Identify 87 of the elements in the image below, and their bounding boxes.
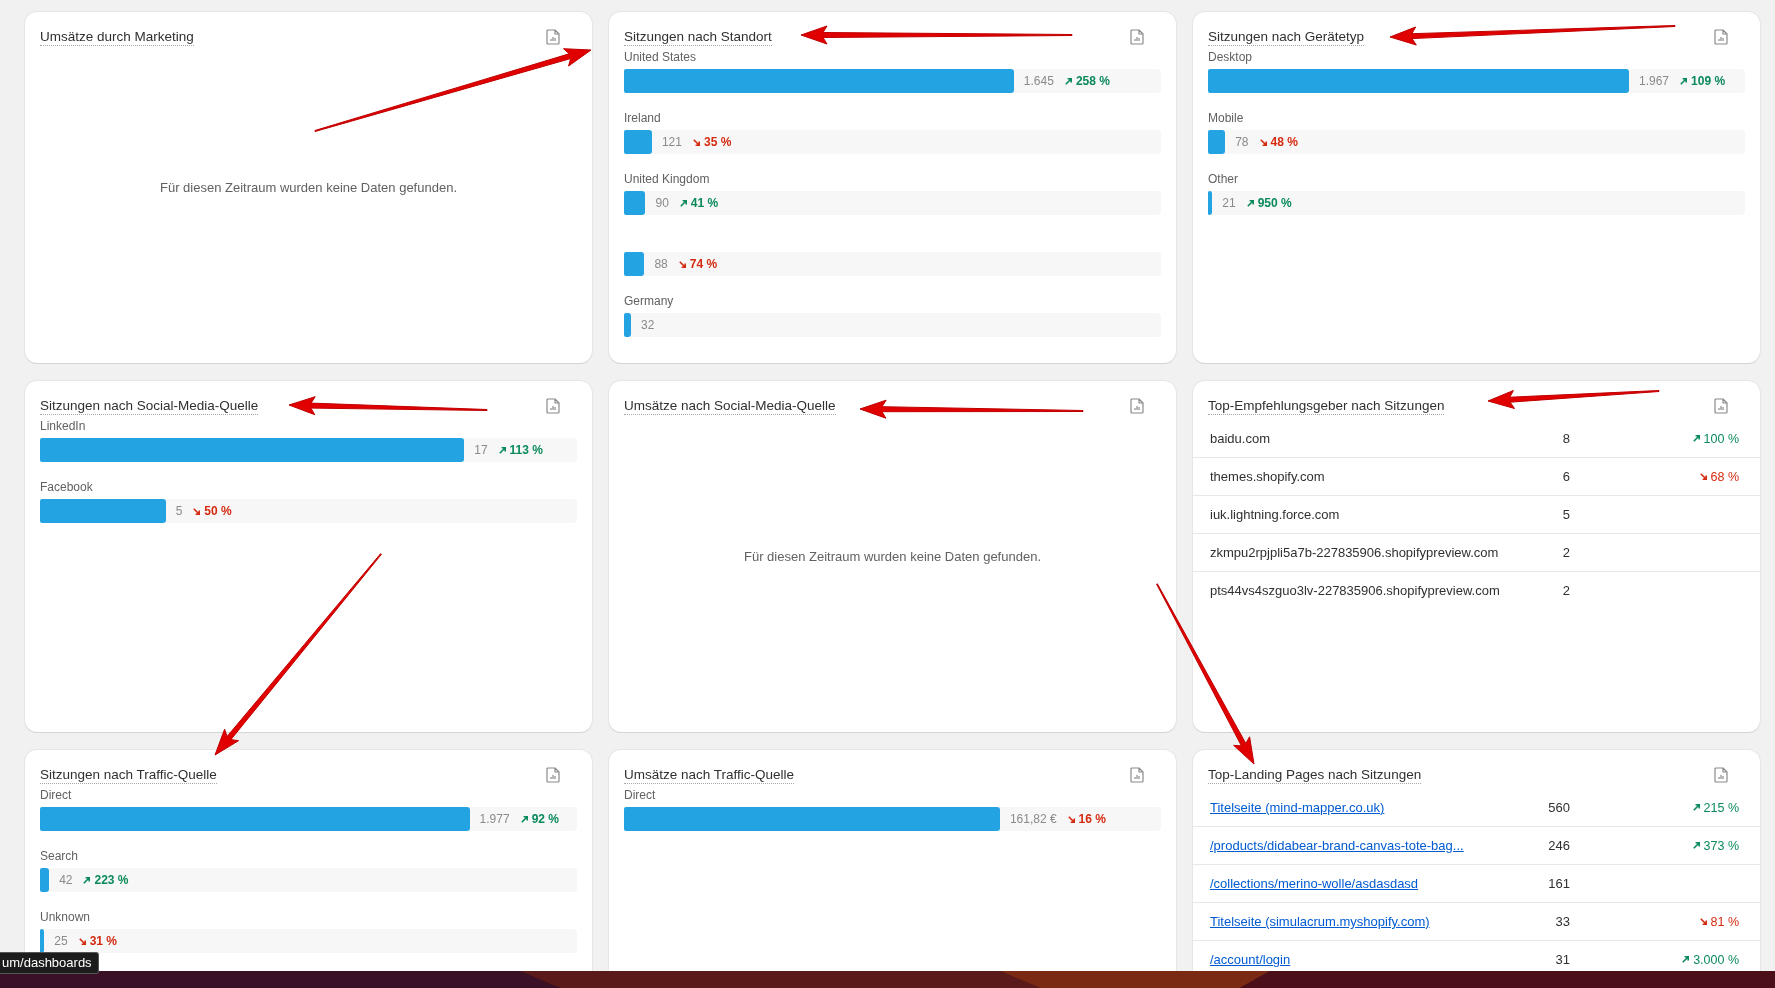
- trend-change: 373 %: [1691, 838, 1739, 853]
- trend-change: 16 %: [1066, 812, 1106, 826]
- report-icon[interactable]: [1130, 398, 1144, 414]
- bar-value: 121: [661, 135, 682, 149]
- bar-label: Ireland: [624, 111, 662, 125]
- session-count: 8: [1562, 431, 1570, 446]
- report-icon[interactable]: [1714, 767, 1728, 783]
- card-title: Top-Empfehlungsgeber nach Sitzungen: [1208, 397, 1445, 415]
- session-count: 2: [1562, 545, 1570, 560]
- trend-change: 74 %: [677, 257, 718, 271]
- referrer-name: themes.shopify.com: [1210, 469, 1325, 484]
- bar-label: Mobile: [1208, 111, 1245, 125]
- page-link[interactable]: Titelseite (mind-mapper.co.uk): [1210, 800, 1385, 815]
- bar-value: 1.645: [1023, 74, 1054, 88]
- bar-label: United Kingdom: [624, 172, 711, 186]
- card-title: Sitzungen nach Gerätetyp: [1208, 28, 1365, 46]
- report-icon[interactable]: [1714, 29, 1728, 45]
- trend-change: 92 %: [519, 812, 559, 826]
- card-title: Umsätze nach Social-Media-Quelle: [624, 397, 836, 415]
- bar-label: Search: [40, 849, 80, 863]
- report-icon[interactable]: [546, 398, 560, 414]
- card-title: Sitzungen nach Traffic-Quelle: [40, 766, 217, 784]
- bar-label: Other: [1208, 172, 1239, 186]
- page-link[interactable]: /collections/merino-wolle/asdasdasd: [1210, 876, 1419, 891]
- bar-label: Direct: [40, 788, 73, 802]
- bar-label: Unknown: [40, 910, 92, 924]
- session-count: 161: [1548, 876, 1570, 891]
- session-count: 5: [1562, 507, 1570, 522]
- card-title: Sitzungen nach Standort: [624, 28, 772, 46]
- bar-value: 32: [640, 318, 655, 332]
- empty-message: Für diesen Zeitraum wurden keine Daten gefunden.: [160, 180, 457, 195]
- bar-label: Desktop: [1208, 50, 1254, 64]
- card-title: Umsätze durch Marketing: [40, 28, 194, 46]
- bar-label: Direct: [624, 788, 657, 802]
- session-count: 33: [1555, 914, 1570, 929]
- bar-value: 1.967: [1639, 74, 1670, 88]
- page-link[interactable]: Titelseite (simulacrum.myshopify.com): [1210, 914, 1430, 929]
- session-count: 6: [1562, 469, 1570, 484]
- report-icon[interactable]: [1130, 767, 1144, 783]
- bar-value: 90: [655, 196, 669, 210]
- bar-value: 1.977: [479, 812, 510, 826]
- trend-change: 81 %: [1698, 914, 1739, 929]
- referrer-name: iuk.lightning.force.com: [1210, 507, 1340, 522]
- bar-label: LinkedIn: [40, 419, 87, 433]
- trend-change: 48 %: [1258, 135, 1298, 149]
- bar-label: Facebook: [40, 480, 94, 494]
- session-count: 31: [1555, 952, 1570, 967]
- card-title: Umsätze nach Traffic-Quelle: [624, 766, 795, 784]
- trend-change: 215 %: [1691, 800, 1739, 815]
- referrer-name: baidu.com: [1210, 431, 1270, 446]
- card-title: Sitzungen nach Social-Media-Quelle: [40, 397, 259, 415]
- bar-label: Germany: [624, 294, 675, 308]
- bar-value: 5: [175, 504, 183, 518]
- referrer-name: pts44vs4szguo3lv-227835906.shopifypreview.com: [1210, 583, 1500, 598]
- trend-change: 68 %: [1698, 469, 1739, 484]
- bar-value: 17: [474, 443, 488, 457]
- session-count: 246: [1548, 838, 1570, 853]
- trend-change: 100 %: [1691, 431, 1739, 446]
- trend-change: 31 %: [77, 934, 117, 948]
- bar-value: 25: [54, 934, 68, 948]
- trend-change: 113 %: [497, 443, 543, 457]
- report-icon[interactable]: [1714, 398, 1728, 414]
- card-title: Top-Landing Pages nach Sitzungen: [1208, 766, 1422, 784]
- referrer-name: zkmpu2rpjpli5a7b-227835906.shopifypreview.com: [1210, 545, 1499, 560]
- session-count: 2: [1562, 583, 1570, 598]
- page-link[interactable]: /products/didabear-brand-canvas-tote-bag...: [1210, 838, 1464, 853]
- trend-change: 258 %: [1063, 74, 1110, 88]
- link-preview: um/dashboards: [0, 952, 99, 974]
- trend-change: 50 %: [192, 504, 232, 518]
- bar-value: 21: [1222, 196, 1236, 210]
- page-link[interactable]: /account/login: [1210, 952, 1291, 967]
- bar-value: 88: [654, 257, 668, 271]
- bar-label: United States: [624, 50, 698, 64]
- trend-change: 950 %: [1245, 196, 1292, 210]
- trend-change: 35 %: [691, 135, 732, 149]
- session-count: 560: [1548, 800, 1570, 815]
- report-icon[interactable]: [1130, 29, 1144, 45]
- bar-value: 42: [59, 873, 73, 887]
- empty-message: Für diesen Zeitraum wurden keine Daten gefunden.: [744, 549, 1041, 564]
- bar-value: 78: [1235, 135, 1249, 149]
- trend-change: 3.000 %: [1681, 952, 1739, 967]
- report-icon[interactable]: [546, 29, 560, 45]
- trend-change: 223 %: [82, 873, 129, 887]
- report-icon[interactable]: [546, 767, 560, 783]
- bar-value: 161,82 €: [1009, 812, 1057, 826]
- trend-change: 109 %: [1679, 74, 1726, 88]
- trend-change: 41 %: [678, 196, 719, 210]
